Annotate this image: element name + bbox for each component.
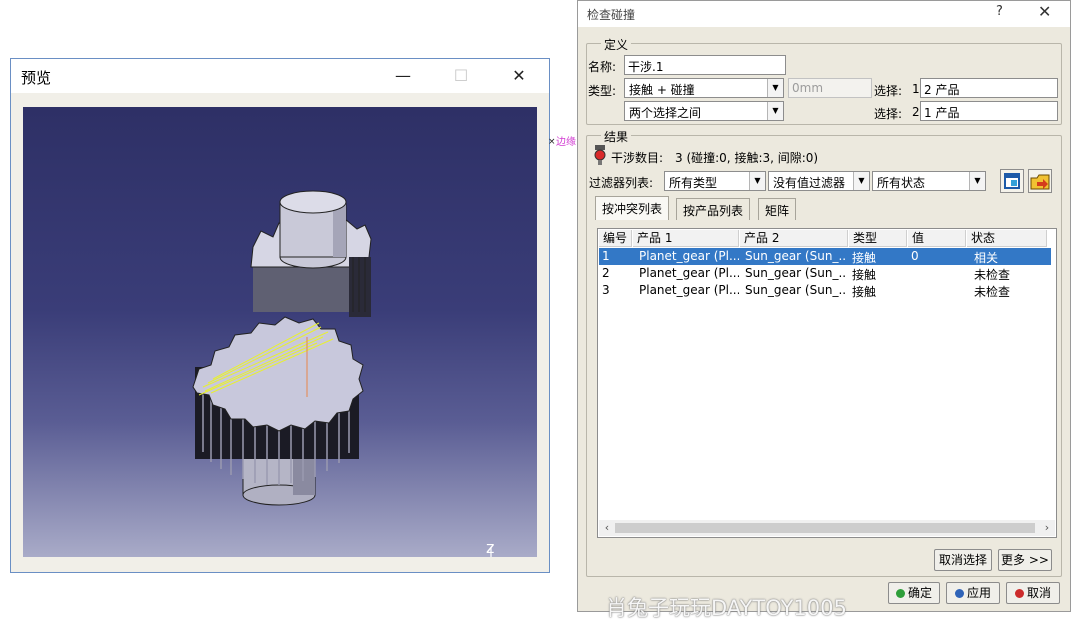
edge-label: 边缘	[556, 137, 576, 148]
mode-select-value: 两个选择之间	[629, 106, 702, 120]
apply-button[interactable]: 应用	[946, 582, 1000, 604]
filter-type-select[interactable]: 所有类型 ▼	[664, 171, 766, 191]
selection1-index: 1	[912, 82, 920, 96]
cancel-button[interactable]: 取消	[1006, 582, 1060, 604]
filter-type-value: 所有类型	[669, 176, 718, 190]
ok-button[interactable]: 确定	[888, 582, 940, 604]
tab-by-conflict[interactable]: 按冲突列表	[595, 196, 670, 220]
tab-by-product[interactable]: 按产品列表	[676, 198, 751, 220]
ok-icon	[895, 589, 905, 598]
row-no: 3	[602, 283, 610, 297]
more-button[interactable]: 更多 >>	[998, 549, 1052, 571]
chevron-down-icon[interactable]: ▼	[969, 172, 985, 190]
row-type: 接触	[852, 251, 877, 265]
type-select-value: 接触 + 碰撞	[629, 83, 695, 97]
cancel-selection-button[interactable]: 取消选择	[934, 549, 992, 571]
row-no: 1	[602, 249, 610, 263]
traffic-light-icon	[594, 145, 606, 165]
horizontal-scrollbar[interactable]: ‹ ›	[599, 520, 1055, 536]
check-clash-dialog: 检查碰撞 ? ✕ 定义 名称: 干涉.1 类型: 接触 + 碰撞 ▼ 0mm 两…	[577, 0, 1071, 612]
row-status: 未检查	[974, 268, 1011, 282]
interference-count-label: 干涉数目:	[611, 151, 664, 165]
selection2-label: 选择:	[874, 107, 903, 121]
table-row[interactable]: 2 Planet_gear (Pl... Sun_gear (Sun_... 接…	[599, 265, 1051, 282]
name-label: 名称:	[588, 60, 617, 74]
row-product1: Planet_gear (Pl...	[639, 283, 739, 297]
definition-legend: 定义	[601, 36, 632, 53]
ok-label: 确定	[907, 586, 932, 600]
mode-select[interactable]: 两个选择之间 ▼	[624, 101, 784, 121]
help-button[interactable]: ?	[996, 4, 1003, 19]
row-type: 接触	[852, 268, 877, 282]
filter-status-select[interactable]: 所有状态 ▼	[872, 171, 986, 191]
3d-viewport[interactable]: z x y	[23, 107, 537, 557]
minimize-button[interactable]: —	[383, 63, 423, 89]
clearance-field: 0mm	[788, 78, 872, 98]
filter-list-label: 过滤器列表:	[589, 176, 654, 190]
chevron-down-icon[interactable]: ▼	[853, 172, 869, 190]
interference-count-value: 3 (碰撞:0, 接触:3, 间隙:0)	[675, 151, 819, 165]
filter-value-value: 没有值过滤器	[773, 176, 846, 190]
cancel-label: 取消	[1026, 586, 1051, 600]
edge-marker-icon: ×	[548, 137, 556, 147]
chevron-down-icon[interactable]: ▼	[767, 79, 783, 97]
row-status: 未检查	[974, 285, 1011, 299]
column-header-status[interactable]: 状态	[967, 230, 1047, 247]
preview-window: 预览 — ☐ ✕ z	[10, 58, 550, 573]
chevron-down-icon[interactable]: ▼	[767, 102, 783, 120]
apply-icon	[954, 589, 964, 598]
row-product2: Sun_gear (Sun_...	[745, 249, 847, 263]
preview-titlebar[interactable]: 预览 — ☐ ✕	[11, 59, 549, 93]
chevron-down-icon[interactable]: ▼	[749, 172, 765, 190]
scrollbar-thumb[interactable]	[615, 523, 1035, 533]
row-status: 相关	[974, 251, 999, 265]
export-button[interactable]	[1028, 169, 1052, 193]
details-window-button[interactable]	[1000, 169, 1024, 193]
folder-export-icon	[1030, 174, 1050, 190]
dialog-titlebar[interactable]: 检查碰撞 ? ✕	[578, 1, 1070, 27]
scroll-left-icon[interactable]: ‹	[599, 520, 615, 536]
filter-status-value: 所有状态	[877, 176, 926, 190]
selection1-field[interactable]: 2 产品	[920, 78, 1058, 98]
selection1-label: 选择:	[874, 84, 903, 98]
column-header-type[interactable]: 类型	[849, 230, 907, 247]
column-header-no[interactable]: 编号	[599, 230, 632, 247]
selection2-index: 2	[912, 105, 920, 119]
type-select[interactable]: 接触 + 碰撞 ▼	[624, 78, 784, 98]
planet-gear	[192, 316, 364, 506]
conflict-table[interactable]: 编号 产品 1 产品 2 类型 值 状态 1 Planet_gear (Pl..…	[597, 228, 1057, 538]
filter-value-select[interactable]: 没有值过滤器 ▼	[768, 171, 870, 191]
row-product1: Planet_gear (Pl...	[639, 266, 739, 280]
tab-matrix[interactable]: 矩阵	[758, 198, 797, 220]
maximize-button: ☐	[453, 66, 469, 85]
dialog-close-button[interactable]: ✕	[1038, 2, 1051, 21]
gear-assembly-render: z x y	[192, 190, 494, 557]
watermark: 肖兔子玩玩DAYTOY1005	[606, 596, 847, 620]
apply-label: 应用	[966, 586, 991, 600]
type-label: 类型:	[588, 84, 617, 98]
column-header-product2[interactable]: 产品 2	[740, 230, 848, 247]
table-row[interactable]: 3 Planet_gear (Pl... Sun_gear (Sun_... 接…	[599, 282, 1051, 299]
cancel-icon	[1014, 589, 1024, 598]
dialog-title: 检查碰撞	[587, 8, 636, 22]
row-no: 2	[602, 266, 610, 280]
sun-gear	[250, 190, 372, 317]
row-product1: Planet_gear (Pl...	[639, 249, 739, 263]
row-product2: Sun_gear (Sun_...	[745, 283, 847, 297]
row-value: 0	[911, 249, 919, 263]
scroll-right-icon[interactable]: ›	[1039, 520, 1055, 536]
row-type: 接触	[852, 285, 877, 299]
results-legend: 结果	[601, 128, 632, 145]
column-header-product1[interactable]: 产品 1	[633, 230, 739, 247]
name-field[interactable]: 干涉.1	[624, 55, 786, 75]
preview-title: 预览	[21, 69, 52, 87]
axis-z-label: z	[486, 538, 494, 557]
table-row[interactable]: 1 Planet_gear (Pl... Sun_gear (Sun_... 接…	[599, 248, 1051, 265]
close-button[interactable]: ✕	[499, 63, 539, 89]
window-icon	[1004, 173, 1020, 189]
row-product2: Sun_gear (Sun_...	[745, 266, 847, 280]
selection2-field[interactable]: 1 产品	[920, 101, 1058, 121]
column-header-value[interactable]: 值	[908, 230, 966, 247]
